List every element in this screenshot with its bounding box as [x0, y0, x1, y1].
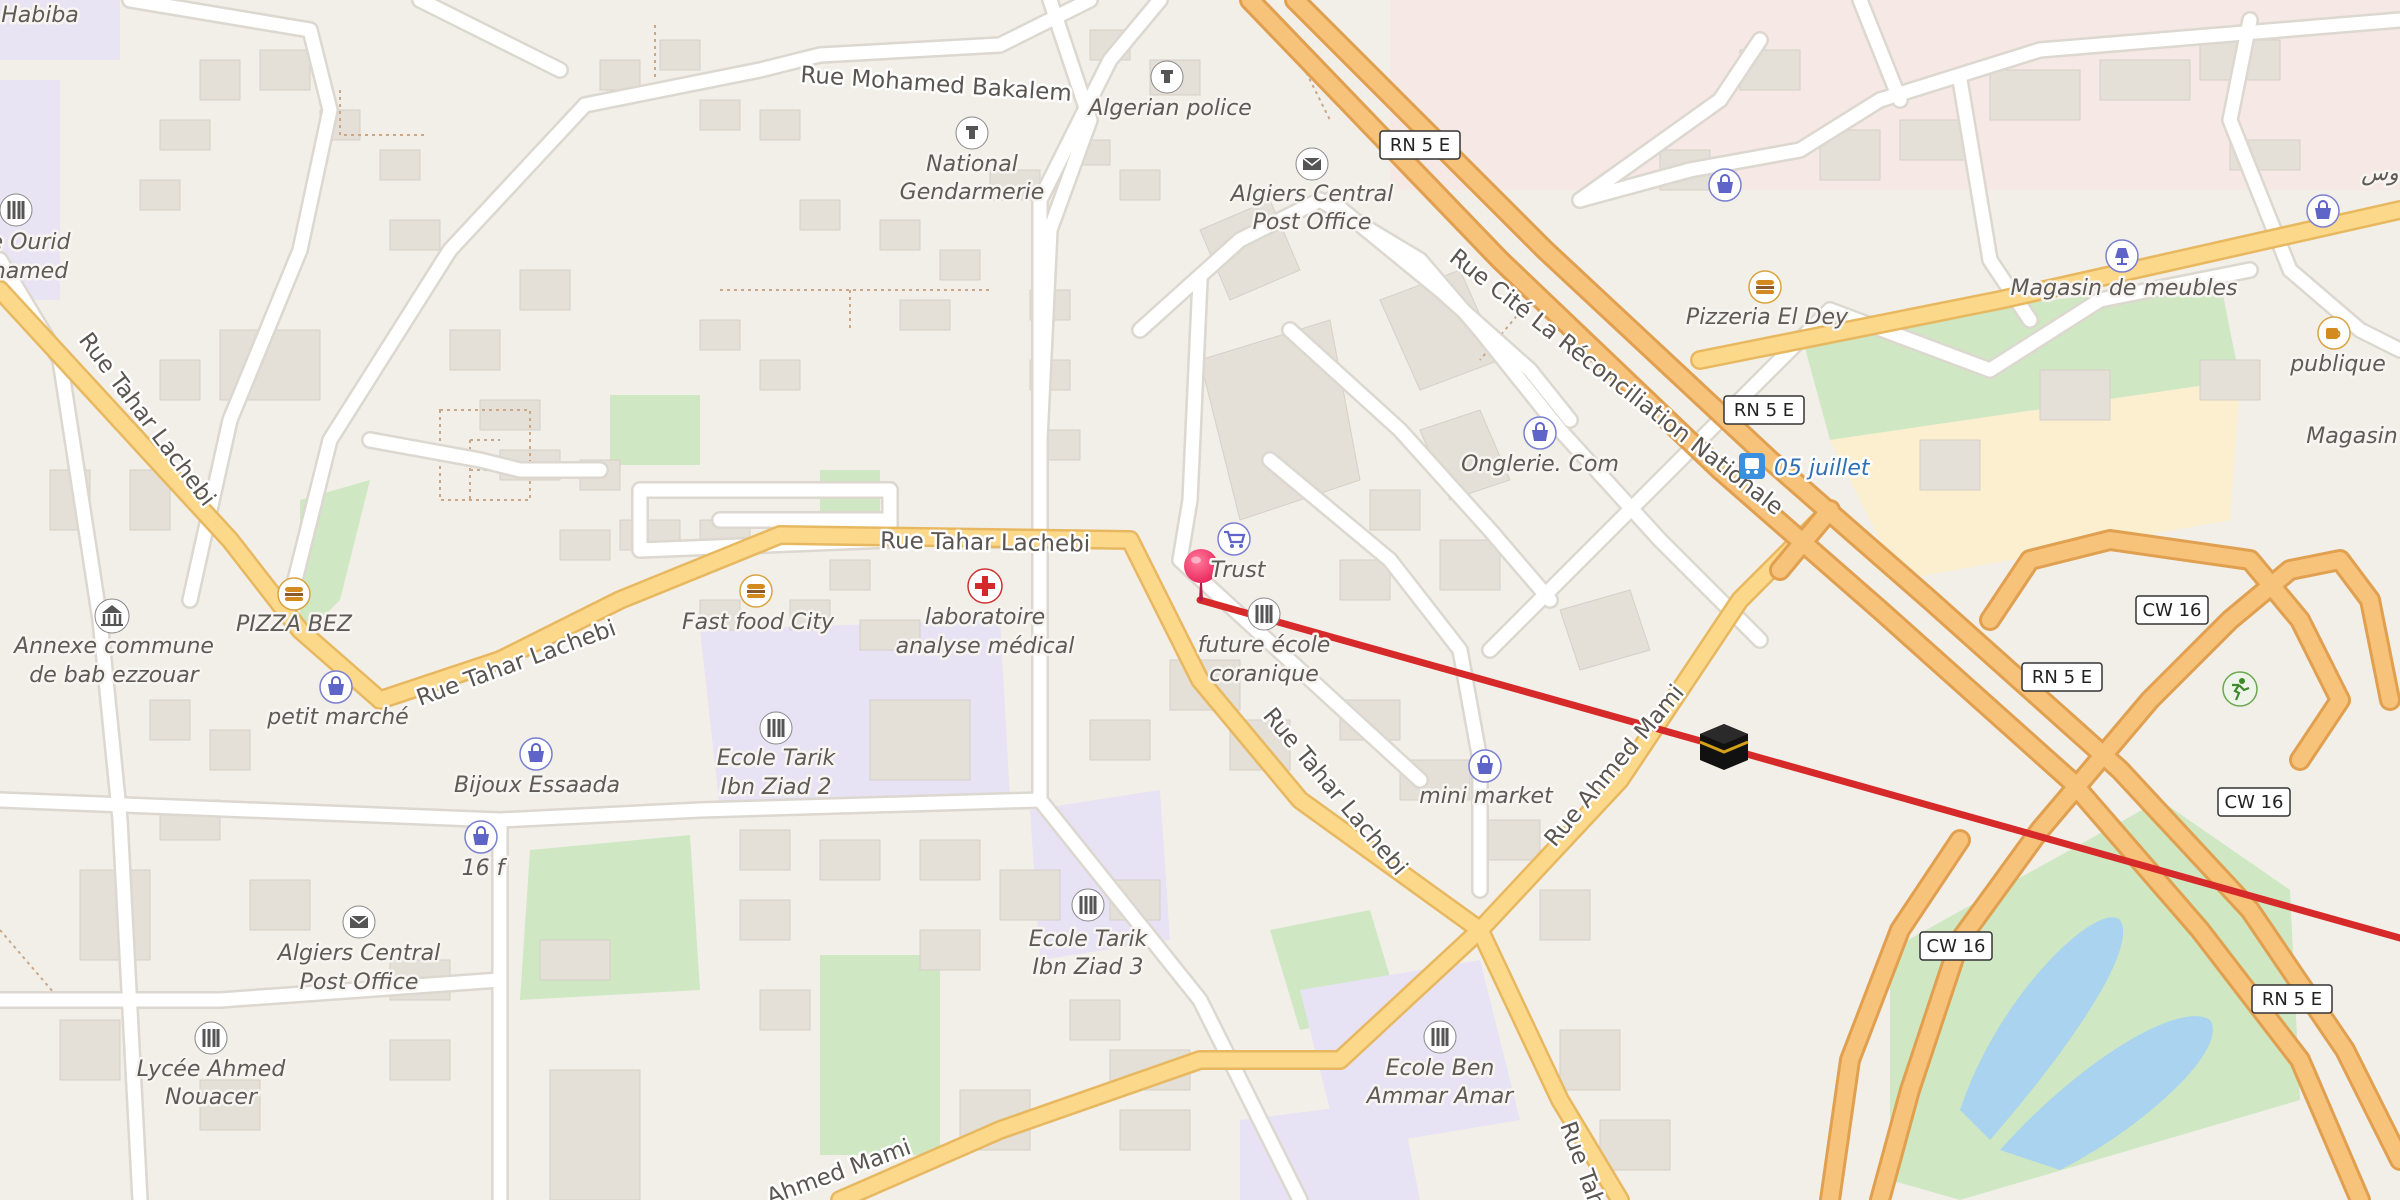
poi-label: Ammar Amar: [1365, 1084, 1515, 1109]
poi-label: hamed: [0, 259, 69, 284]
post-office-icon[interactable]: [1295, 147, 1329, 181]
shopping-cart-icon[interactable]: [1217, 522, 1251, 556]
school-icon[interactable]: [1071, 888, 1105, 922]
poi-label: Trust: [1211, 558, 1267, 583]
poi-label: PIZZA BEZ: [236, 612, 353, 637]
sports-runner-icon[interactable]: [2222, 671, 2258, 707]
poi-label: Ecole Ben: [1386, 1056, 1495, 1081]
poi-label: Bijoux Essaada: [454, 773, 620, 798]
route-line: [1196, 596, 2400, 942]
police-icon[interactable]: [1150, 60, 1184, 94]
map-canvas[interactable]: Rue Mohamed Bakalem Rue Tahar Lachebi Ru…: [0, 0, 2400, 1200]
fast-food-icon[interactable]: [277, 577, 311, 611]
poi-label: laboratoire: [925, 605, 1045, 630]
svg-text:RN 5 E: RN 5 E: [1390, 135, 1450, 156]
street-label-tahar-lachebi: Rue Tahar Lachebi: [413, 615, 619, 711]
post-office-icon[interactable]: [342, 905, 376, 939]
poi-label: Habiba: [1, 3, 79, 28]
bus-stop-label: 05 juillet: [1774, 456, 1871, 481]
poi-label: Post Office: [1253, 210, 1372, 235]
park-area: [820, 955, 940, 1155]
shop-bag-icon[interactable]: [1468, 749, 1502, 783]
mosque-kaaba-icon[interactable]: [1699, 724, 1749, 770]
poi-label: coranique: [1209, 662, 1319, 687]
street-label-mohamed-bakalem: Rue Mohamed Bakalem: [800, 62, 1073, 107]
poi-label: Ibn Ziad 2: [720, 775, 831, 800]
poi-label: publique: [2289, 352, 2386, 377]
shop-bag-icon[interactable]: [1523, 416, 1557, 450]
svg-text:RN 5 E: RN 5 E: [2262, 989, 2322, 1010]
fast-food-icon[interactable]: [1748, 270, 1782, 304]
poi-label: Magasin: [2306, 424, 2397, 449]
poi-label: mini market: [1419, 784, 1554, 809]
school-icon[interactable]: [194, 1021, 228, 1055]
poi-label: Annexe commune: [12, 634, 214, 659]
poi-label: future école: [1198, 633, 1331, 658]
svg-text:CW 16: CW 16: [1927, 936, 1986, 957]
poi-label: Onglerie. Com: [1461, 452, 1619, 477]
town-hall-icon[interactable]: [94, 598, 130, 634]
park-area: [610, 395, 700, 465]
svg-text:RN 5 E: RN 5 E: [2032, 667, 2092, 688]
poi-label: 16 f: [462, 856, 508, 881]
poi-label: Lycée Ahmed: [137, 1057, 287, 1082]
police-icon[interactable]: [955, 116, 989, 150]
poi-label: National: [926, 152, 1018, 177]
school-icon[interactable]: [0, 193, 33, 227]
road-shield: CW 16: [2135, 595, 2209, 625]
school-icon[interactable]: [759, 711, 793, 745]
poi-label: Magasin de meubles: [2011, 276, 2238, 301]
shop-bag-icon[interactable]: [2306, 194, 2340, 228]
school-icon[interactable]: [1247, 597, 1281, 631]
furniture-lamp-icon[interactable]: [2105, 239, 2139, 273]
poi-label: Algiers Central: [1229, 182, 1393, 207]
poi-label: de bab ezzouar: [29, 663, 200, 688]
poi-label: Gendarmerie: [900, 180, 1045, 205]
shop-bag-icon[interactable]: [464, 820, 498, 854]
medical-cross-icon[interactable]: [967, 568, 1003, 604]
poi-label: Post Office: [300, 970, 419, 995]
svg-text:CW 16: CW 16: [2225, 792, 2284, 813]
road-shield: RN 5 E: [2021, 662, 2103, 692]
poi-label: Pizzeria El Dey: [1686, 305, 1849, 330]
poi-label: وس: [2361, 161, 2398, 186]
poi-label: Fast food City: [682, 610, 835, 635]
shop-bag-icon[interactable]: [1708, 168, 1742, 202]
poi-label: Algerian police: [1086, 96, 1252, 121]
svg-text:CW 16: CW 16: [2143, 600, 2202, 621]
poi-label: Ibn Ziad 3: [1032, 955, 1143, 980]
shop-bag-icon[interactable]: [519, 737, 553, 771]
poi-label: Nouacer: [165, 1085, 259, 1110]
bus-stop-icon[interactable]: [1739, 453, 1765, 479]
poi-label: Ecole Tarik: [717, 746, 837, 771]
shop-bag-icon[interactable]: [319, 670, 353, 704]
road-shield: RN 5 E: [2251, 984, 2333, 1014]
road-shield: RN 5 E: [1723, 395, 1805, 425]
poi-label: Algiers Central: [276, 941, 440, 966]
road-shield: CW 16: [1919, 931, 1993, 961]
poi-label: petit marché: [266, 705, 408, 730]
school-icon[interactable]: [1423, 1020, 1457, 1054]
street-label-tahar-lachebi: Rue Tahar Lachebi: [880, 528, 1090, 558]
svg-text:RN 5 E: RN 5 E: [1734, 400, 1794, 421]
road-shield: CW 16: [2217, 787, 2291, 817]
street-label-ahmed-mami: Rue Ahmed Mami: [1540, 680, 1690, 852]
poi-label: Ecole Tarik: [1029, 927, 1149, 952]
cafe-icon[interactable]: [2317, 316, 2351, 350]
poi-label: analyse médical: [896, 634, 1075, 659]
fast-food-icon[interactable]: [739, 574, 773, 608]
poi-label: e Ourid: [0, 230, 71, 255]
road-shield: RN 5 E: [1379, 130, 1461, 160]
